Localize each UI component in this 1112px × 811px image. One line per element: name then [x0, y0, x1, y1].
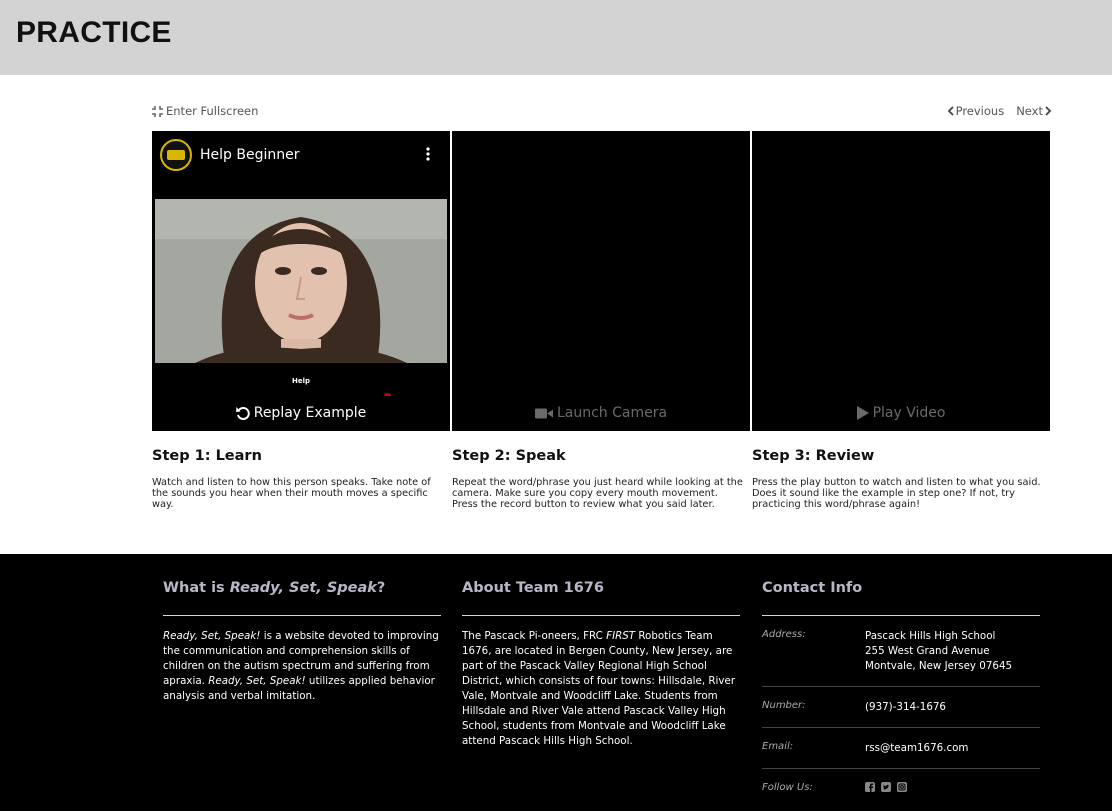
number-value[interactable]: (937)-314-1676	[865, 700, 946, 715]
page-title: PRACTICE	[16, 16, 172, 49]
replay-label: Replay Example	[253, 405, 367, 421]
first-emphasis: FIRST	[606, 630, 636, 642]
contact-number-row: Number: (937)-314-1676	[762, 687, 1040, 728]
address-line: 255 West Grand Avenue	[865, 645, 990, 657]
step-text: Repeat the word/phrase you just heard wh…	[452, 477, 743, 511]
video-header: Help Beginner	[160, 139, 299, 171]
more-options-icon[interactable]	[426, 147, 430, 161]
twitter-icon[interactable]	[881, 782, 891, 792]
steps: Step 1: Learn Watch and listen to how th…	[152, 448, 1050, 511]
step-text: Press the play button to watch and liste…	[752, 477, 1041, 511]
heading-prefix: What is	[163, 580, 230, 596]
video-caption: Help	[291, 377, 311, 385]
facebook-icon[interactable]	[865, 782, 875, 792]
video-title[interactable]: Help Beginner	[200, 147, 299, 163]
review-panel: Play Video	[752, 131, 1050, 431]
page-header: PRACTICE	[0, 0, 1112, 75]
text-part: The Pascack Pi-oneers, FRC	[462, 630, 607, 642]
contact-follow-row: Follow Us:	[762, 769, 1040, 805]
footer-heading: What is Ready, Set, Speak?	[163, 580, 441, 616]
instagram-icon[interactable]	[897, 782, 907, 792]
replay-icon	[235, 407, 250, 420]
step-title: Step 2: Speak	[452, 448, 566, 464]
progress-indicator	[384, 393, 391, 396]
contact-address-row: Address: Pascack Hills High School 255 W…	[762, 616, 1040, 687]
brand-name: Ready, Set, Speak!	[208, 675, 306, 687]
footer-what-text: Ready, Set, Speak! is a website devoted …	[163, 629, 441, 704]
video-camera-icon	[534, 408, 553, 418]
address-line: Montvale, New Jersey 07645	[865, 660, 1013, 672]
play-video-label: Play Video	[872, 405, 946, 421]
pager: Previous Next	[947, 104, 1052, 118]
example-video-frame[interactable]	[155, 199, 447, 363]
footer-about-text: The Pascack Pi-oneers, FRC FIRST Robotic…	[462, 629, 740, 749]
launch-camera-label: Launch Camera	[556, 405, 668, 421]
chevron-right-icon	[1045, 106, 1052, 116]
replay-example-button[interactable]: Replay Example	[152, 405, 450, 421]
step-title: Step 3: Review	[752, 448, 875, 464]
number-label: Number:	[762, 700, 806, 711]
social-links	[865, 782, 907, 793]
camera-panel: Launch Camera	[452, 131, 750, 431]
step-title: Step 1: Learn	[152, 448, 262, 464]
step-speak: Step 2: Speak Repeat the word/phrase you…	[452, 448, 750, 511]
address-line: Pascack Hills High School	[865, 630, 996, 642]
footer-heading: About Team 1676	[462, 580, 740, 616]
footer-about: About Team 1676 The Pascack Pi-oneers, F…	[462, 580, 740, 749]
play-icon	[856, 406, 869, 420]
channel-logo[interactable]	[160, 139, 192, 171]
email-link[interactable]: rss@team1676.com	[865, 741, 968, 756]
brand-name: Ready, Set, Speak!	[163, 630, 261, 642]
footer-heading: Contact Info	[762, 580, 1040, 616]
site-footer: What is Ready, Set, Speak? Ready, Set, S…	[0, 554, 1112, 811]
speaker-face-image	[155, 199, 447, 363]
follow-label: Follow Us:	[762, 782, 813, 793]
practice-panels: Help Beginner Help Replay Example Launch…	[152, 131, 1050, 431]
fullscreen-button[interactable]: Enter Fullscreen	[152, 104, 258, 118]
step-learn: Step 1: Learn Watch and listen to how th…	[152, 448, 450, 511]
heading-emphasis: Ready, Set, Speak	[229, 580, 377, 596]
next-label: Next	[1016, 104, 1043, 118]
contact-email-row: Email: rss@team1676.com	[762, 728, 1040, 769]
previous-label: Previous	[955, 104, 1005, 118]
step-text: Watch and listen to how this person spea…	[152, 477, 431, 511]
address-value: Pascack Hills High School 255 West Grand…	[865, 629, 1012, 674]
address-label: Address:	[762, 629, 806, 640]
fullscreen-icon	[152, 105, 163, 117]
play-video-button[interactable]: Play Video	[752, 405, 1050, 421]
fullscreen-label: Enter Fullscreen	[166, 104, 259, 118]
step-review: Step 3: Review Press the play button to …	[752, 448, 1050, 511]
text-part: Robotics Team 1676, are located in Berge…	[462, 630, 736, 747]
chevron-left-icon	[947, 106, 954, 116]
heading-suffix: ?	[376, 580, 386, 596]
launch-camera-button[interactable]: Launch Camera	[452, 405, 750, 421]
example-video-panel[interactable]: Help Beginner Help Replay Example	[152, 131, 450, 431]
footer-contact: Contact Info Address: Pascack Hills High…	[762, 580, 1040, 805]
previous-button[interactable]: Previous	[947, 104, 1005, 118]
footer-what-is: What is Ready, Set, Speak? Ready, Set, S…	[163, 580, 441, 704]
email-label: Email:	[762, 741, 794, 752]
next-button[interactable]: Next	[1016, 104, 1052, 118]
